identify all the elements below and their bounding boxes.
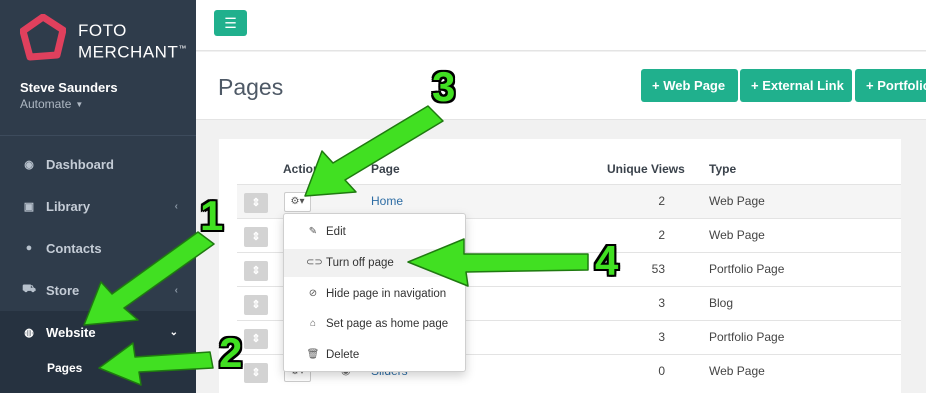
- unique-views: 2: [658, 194, 665, 208]
- trash-icon: 🗑: [306, 349, 320, 360]
- gear-dropdown-button[interactable]: ⚙▾: [284, 192, 311, 212]
- eye-slash-icon: ⊘: [308, 288, 318, 299]
- brand-tm: ™: [178, 44, 187, 53]
- unique-views: 3: [658, 296, 665, 310]
- home-icon: ⌂: [309, 318, 317, 329]
- page-type: Web Page: [709, 364, 765, 378]
- col-type: Type: [709, 162, 737, 176]
- col-actions: Actions: [283, 162, 328, 176]
- page-type: Portfolio Page: [709, 330, 785, 344]
- drag-handle-icon[interactable]: ⇕: [244, 329, 268, 349]
- chevron-left-icon: ‹: [174, 200, 178, 212]
- sidebar-item-contacts[interactable]: ● Contacts: [0, 227, 196, 269]
- add-external-link-button[interactable]: + External Link: [740, 69, 852, 102]
- page-header: Pages + Web Page + External Link + Portf…: [196, 52, 926, 120]
- menu-item-set-home-page[interactable]: ⌂ Set page as home page: [284, 310, 465, 338]
- sidebar-item-label: Store: [46, 282, 80, 298]
- cart-icon: ⛟: [22, 283, 36, 295]
- annotation-number-3: 3: [432, 63, 456, 110]
- menu-item-label: Turn off page: [326, 257, 394, 269]
- unique-views: 0: [658, 364, 665, 378]
- add-portfolio-button[interactable]: + Portfolio: [855, 69, 926, 102]
- page-type: Blog: [709, 296, 734, 310]
- annotation-number-4: 4: [595, 237, 619, 284]
- hamburger-menu-button[interactable]: ☰: [214, 10, 247, 36]
- drag-handle-icon[interactable]: ⇕: [244, 363, 268, 383]
- unique-views: 53: [651, 262, 665, 276]
- page-type: Web Page: [709, 194, 765, 208]
- unique-views: 3: [658, 330, 665, 344]
- toggle-icon: ⊂⊃: [306, 257, 323, 268]
- globe-icon: ◍: [24, 326, 34, 339]
- drag-handle-icon[interactable]: ⇕: [244, 261, 268, 281]
- drag-handle-icon[interactable]: ⇕: [244, 193, 268, 213]
- menu-item-label: Set page as home page: [326, 318, 449, 330]
- col-unique-views: Unique Views: [607, 162, 685, 176]
- page-type: Web Page: [709, 228, 765, 242]
- annotation-number-1: 1: [200, 192, 224, 239]
- user-role-dropdown[interactable]: Automate ▼: [20, 97, 83, 111]
- menu-item-label: Hide page in navigation: [326, 288, 447, 300]
- col-page: Page: [371, 162, 400, 176]
- brand-line2: MERCHANT: [78, 42, 179, 62]
- page-title: Pages: [218, 74, 284, 100]
- user-name: Steve Saunders: [20, 80, 118, 95]
- logo-icon: [20, 14, 66, 61]
- image-icon: ▣: [23, 200, 35, 213]
- sidebar-item-library[interactable]: ▣ Library ‹: [0, 185, 196, 227]
- annotation-number-2: 2: [219, 329, 243, 376]
- sidebar-subitem-pages[interactable]: Pages: [0, 352, 196, 393]
- sidebar-item-label: Library: [46, 198, 91, 214]
- dashboard-icon: ◉: [24, 158, 34, 171]
- menu-item-label: Delete: [326, 349, 360, 361]
- menu-item-delete[interactable]: 🗑 Delete: [284, 341, 465, 369]
- menu-item-edit[interactable]: ✎ Edit: [284, 218, 465, 246]
- sidebar-item-label: Contacts: [46, 240, 102, 256]
- sidebar-item-label: Dashboard: [46, 156, 114, 172]
- sidebar-item-website[interactable]: ◍ Website ⌄: [0, 311, 196, 353]
- unique-views: 2: [658, 228, 665, 242]
- page-link[interactable]: Home: [371, 194, 403, 208]
- chevron-down-icon: ⌄: [169, 326, 178, 338]
- sidebar-item-store[interactable]: ⛟ Store ‹: [0, 269, 196, 311]
- page-type: Portfolio Page: [709, 262, 785, 276]
- sidebar: FOTO MERCHANT™ Steve Saunders Automate ▼ …: [0, 0, 196, 393]
- sidebar-item-label: Website: [46, 324, 96, 340]
- pencil-icon: ✎: [308, 226, 318, 237]
- menu-item-hide-in-navigation[interactable]: ⊘ Hide page in navigation: [284, 280, 465, 308]
- drag-handle-icon[interactable]: ⇕: [244, 295, 268, 315]
- menu-item-turn-off-page[interactable]: ⊂⊃ Turn off page: [284, 249, 465, 277]
- brand-line1: FOTO: [78, 21, 127, 40]
- user-icon: ●: [25, 242, 33, 254]
- sidebar-item-dashboard[interactable]: ◉ Dashboard: [0, 143, 196, 185]
- add-web-page-button[interactable]: + Web Page: [641, 69, 738, 102]
- page-actions-dropdown: ✎ Edit ⊂⊃ Turn off page ⊘ Hide page in navi…: [283, 213, 466, 372]
- chevron-left-icon: ‹: [174, 284, 178, 296]
- topbar: ☰: [196, 0, 926, 51]
- user-role-label: Automate: [20, 97, 72, 111]
- caret-down-icon: ▼: [75, 100, 84, 110]
- brand-name: FOTO MERCHANT™: [78, 22, 187, 62]
- menu-item-label: Edit: [326, 226, 346, 238]
- brand-logo[interactable]: FOTO MERCHANT™: [20, 14, 186, 66]
- sidebar-divider: [0, 135, 196, 136]
- drag-handle-icon[interactable]: ⇕: [244, 227, 268, 247]
